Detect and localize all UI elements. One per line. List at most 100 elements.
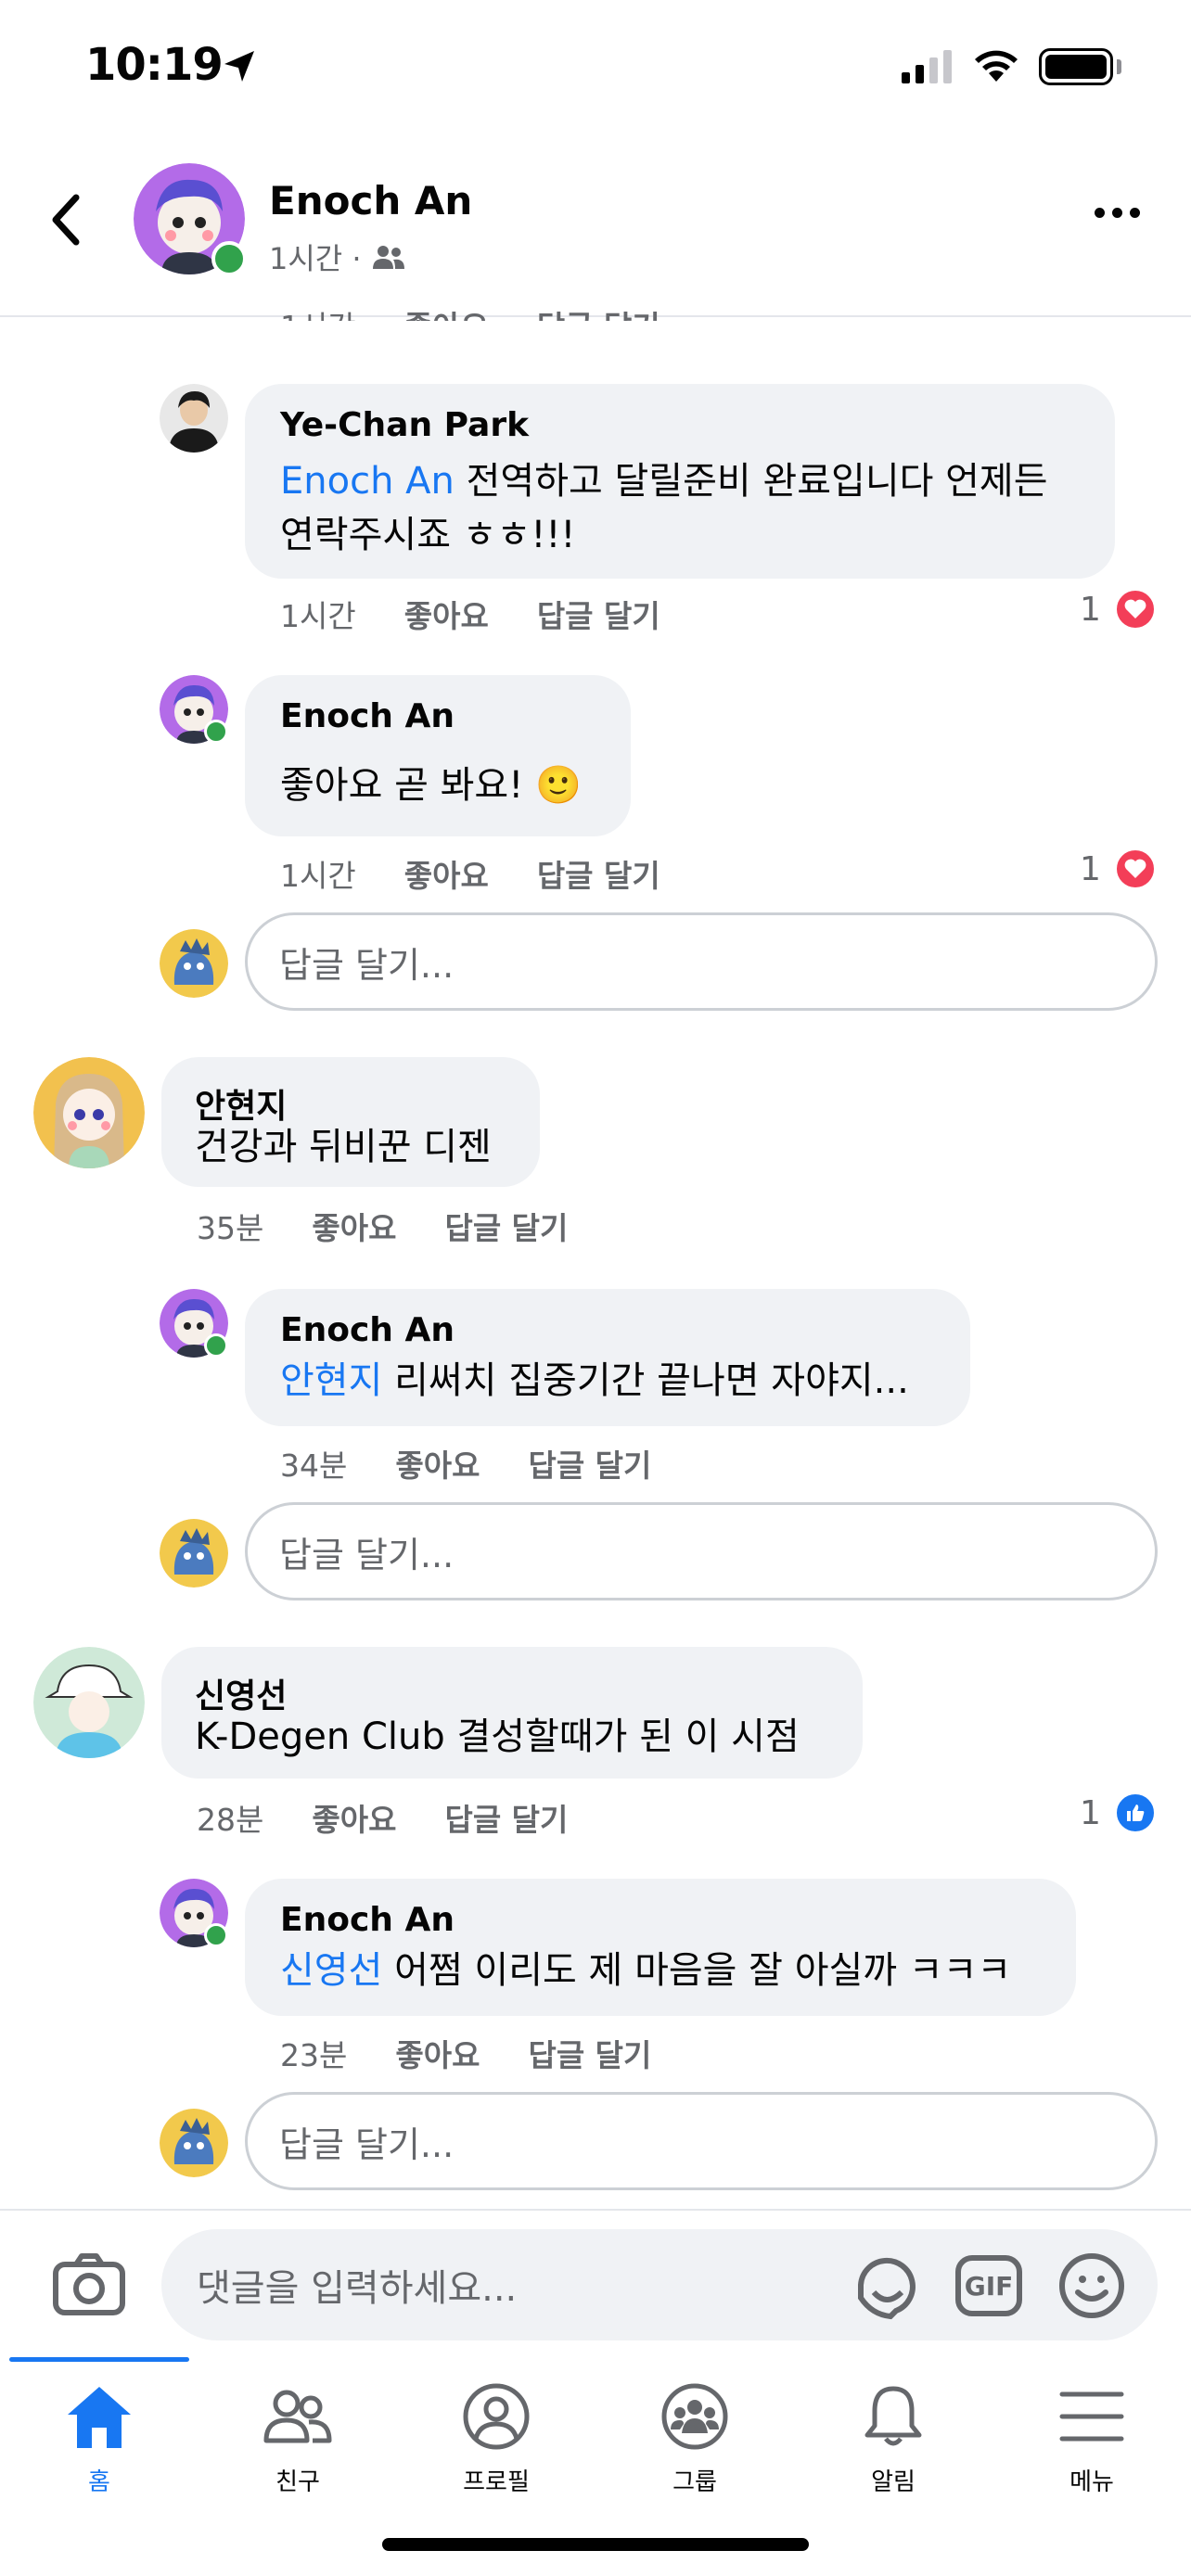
comment-author[interactable]: Enoch An [280, 697, 455, 735]
sticker-button[interactable] [853, 2251, 922, 2320]
reaction-summary[interactable]: 1 [1080, 1792, 1157, 1834]
post-meta: 1시간 · [269, 236, 406, 278]
camera-button[interactable] [52, 2251, 126, 2316]
comment-author[interactable]: Enoch An [280, 1901, 455, 1939]
sticker-icon [858, 2257, 916, 2320]
current-user-avatar [160, 1519, 228, 1588]
reply-input[interactable]: 답글 달기... [245, 1502, 1158, 1600]
groups-icon [661, 2383, 728, 2450]
bell-icon [864, 2386, 922, 2446]
reply-action[interactable]: 답글 달기 [444, 1795, 568, 1840]
tab-friends[interactable]: 친구 [198, 2383, 397, 2497]
wifi-icon [975, 50, 1018, 82]
comment-time: 1시간 [280, 858, 356, 894]
author-avatar[interactable] [134, 163, 247, 276]
author-name[interactable]: Enoch An [269, 178, 472, 223]
gif-label: GIF [964, 2270, 1014, 2302]
tab-label: 프로필 [463, 2468, 530, 2496]
online-status-dot [204, 1923, 228, 1947]
reply-action[interactable]: 답글 달기 [537, 592, 660, 636]
reply-action[interactable]: 답글 달기 [528, 1441, 651, 1486]
like-action[interactable]: 좋아요 [312, 1795, 396, 1840]
comment-author[interactable]: Enoch An [280, 1311, 455, 1349]
commenter-avatar[interactable] [160, 1879, 228, 1947]
comment-bubble[interactable]: 신영선 K-Degen Club 결성할때가 된 이 시점 [161, 1647, 863, 1779]
comment-bubble[interactable]: Enoch An 신영선 어쩜 이리도 제 마음을 잘 아실까 ㅋㅋㅋ [245, 1879, 1076, 2016]
mention-link[interactable]: Enoch An [280, 460, 455, 503]
comment-meta: 28분 좋아요 답글 달기 [197, 1795, 568, 1840]
emoji-icon [1059, 2253, 1124, 2318]
online-status-dot [204, 1333, 228, 1358]
comment-time: 28분 [197, 1802, 264, 1838]
like-reaction-icon [1113, 1792, 1157, 1834]
comment-author[interactable]: Ye-Chan Park [280, 406, 529, 444]
like-action[interactable]: 좋아요 [395, 1441, 480, 1486]
location-arrow-icon [224, 51, 254, 82]
comment-text: 안현지 리써치 집중기간 끝나면 자야지... [280, 1359, 909, 1402]
battery-icon [1039, 48, 1113, 85]
emoji-button[interactable] [1057, 2251, 1126, 2320]
comment-text: 신영선 어쩜 이리도 제 마음을 잘 아실까 ㅋㅋㅋ [280, 1949, 1012, 1992]
comment-bubble[interactable]: 안현지 건강과 뒤비꾼 디젠 [161, 1057, 540, 1187]
friends-icon [263, 2390, 332, 2443]
post-time: 1시간 · [269, 241, 362, 276]
heart-reaction-icon [1113, 848, 1157, 890]
battery-cap [1117, 59, 1121, 74]
tab-label: 그룹 [672, 2468, 717, 2496]
comment-bubble[interactable]: Enoch An 안현지 리써치 집중기간 끝나면 자야지... [245, 1289, 970, 1426]
comment-meta: 1시간 좋아요 답글 달기 [280, 851, 660, 896]
more-options-button[interactable] [1095, 208, 1140, 218]
like-action[interactable]: 좋아요 [312, 1204, 396, 1248]
home-icon [68, 2387, 131, 2448]
commenter-avatar[interactable] [160, 384, 228, 453]
online-status-dot [211, 241, 247, 276]
commenter-avatar[interactable] [33, 1057, 145, 1168]
tab-notifications[interactable]: 알림 [794, 2383, 992, 2497]
camera-icon [53, 2253, 125, 2315]
tab-label: 알림 [871, 2468, 916, 2496]
tab-menu[interactable]: 메뉴 [992, 2383, 1191, 2497]
gif-button[interactable]: GIF [955, 2255, 1022, 2316]
profile-icon [463, 2383, 530, 2450]
active-tab-indicator [9, 2357, 189, 2362]
mention-link[interactable]: 안현지 [280, 1359, 382, 1402]
status-time: 10:19 [85, 39, 224, 91]
online-status-dot [204, 720, 228, 744]
reply-input[interactable]: 답글 달기... [245, 912, 1158, 1011]
friends-audience-icon [372, 246, 404, 269]
comment-bubble[interactable]: Ye-Chan Park Enoch An 전역하고 달릴준비 완료입니다 언제… [245, 384, 1115, 579]
comment-text: 건강과 뒤비꾼 디젠 [195, 1126, 492, 1168]
tab-profile[interactable]: 프로필 [397, 2383, 596, 2497]
commenter-avatar[interactable] [160, 675, 228, 744]
reaction-summary[interactable]: 1 [1080, 588, 1157, 631]
reaction-count: 1 [1080, 1793, 1101, 1832]
back-button[interactable] [37, 187, 93, 252]
cellular-signal-icon [902, 50, 952, 83]
reply-action[interactable]: 답글 달기 [444, 1204, 568, 1248]
tab-label: 친구 [275, 2468, 320, 2496]
mention-link[interactable]: 신영선 [280, 1949, 382, 1992]
comment-text: Enoch An 전역하고 달릴준비 완료입니다 언제든 연락주시죠 ㅎㅎ!!! [280, 460, 1048, 556]
comment-time: 1시간 [280, 598, 356, 634]
reaction-count: 1 [1080, 849, 1101, 888]
like-action[interactable]: 좋아요 [395, 2031, 480, 2075]
reply-action[interactable]: 답글 달기 [537, 851, 660, 896]
comment-text: 좋아요 곧 봐요! 🙂 [280, 764, 582, 807]
commenter-avatar[interactable] [160, 1289, 228, 1358]
reaction-summary[interactable]: 1 [1080, 848, 1157, 890]
comment-text: K-Degen Club 결성할때가 된 이 시점 [195, 1715, 800, 1758]
like-action[interactable]: 좋아요 [404, 592, 489, 636]
home-indicator [382, 2538, 809, 2551]
tab-home[interactable]: 홈 [0, 2383, 198, 2497]
current-user-avatar [160, 929, 228, 998]
comment-meta-partial: 1시간 좋아요 답글 달기 [280, 302, 660, 321]
tab-label: 홈 [88, 2468, 110, 2496]
like-action[interactable]: 좋아요 [404, 851, 489, 896]
tab-groups[interactable]: 그룹 [596, 2383, 794, 2497]
comment-meta: 34분 좋아요 답글 달기 [280, 1441, 651, 1486]
comment-bubble[interactable]: Enoch An 좋아요 곧 봐요! 🙂 [245, 675, 631, 836]
reply-action[interactable]: 답글 달기 [528, 2031, 651, 2075]
commenter-avatar[interactable] [33, 1647, 145, 1758]
comment-time: 34분 [280, 1447, 348, 1484]
reply-input[interactable]: 답글 달기... [245, 2092, 1158, 2190]
